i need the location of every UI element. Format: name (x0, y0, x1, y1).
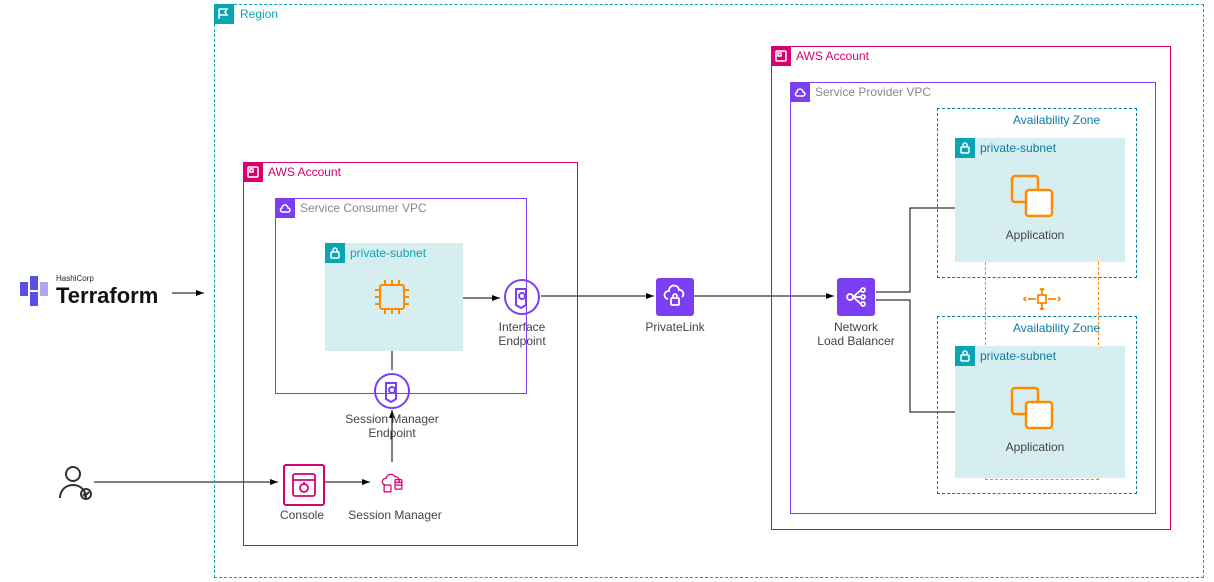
terraform-logo: HashiCorp Terraform (20, 272, 170, 312)
nlb-label: Network Load Balancer (812, 320, 900, 348)
privatelink-icon (656, 278, 694, 316)
app-top-label: Application (1000, 228, 1070, 242)
interface-endpoint-icon (503, 278, 541, 316)
consumer-subnet-tag (325, 243, 345, 263)
subnet-top-tag (955, 138, 975, 158)
terraform-brand-top: HashiCorp (56, 274, 94, 283)
consumer-subnet-label: private-subnet (350, 246, 426, 260)
compute-chip-icon (371, 276, 413, 318)
app-top-icon (1006, 170, 1060, 224)
session-manager-endpoint-label: Session Manager Endpoint (342, 412, 442, 440)
nlb-icon (837, 278, 875, 316)
subnet-bottom-tag (955, 346, 975, 366)
user-icon (55, 462, 95, 502)
app-bottom-label: Application (1000, 440, 1070, 454)
session-manager-label: Session Manager (345, 508, 445, 522)
subnet-bottom-label: private-subnet (980, 349, 1056, 363)
terraform-brand-label: Terraform (56, 283, 158, 309)
app-bottom-icon (1006, 382, 1060, 436)
session-manager-endpoint-icon (373, 372, 411, 410)
az-bottom-label: Availability Zone (1013, 321, 1100, 335)
interface-endpoint-label: Interface Endpoint (490, 320, 554, 348)
session-manager-icon (374, 464, 412, 502)
az-top-label: Availability Zone (1013, 113, 1100, 127)
subnet-top-label: private-subnet (980, 141, 1056, 155)
console-label: Console (276, 508, 328, 522)
console-icon (283, 464, 325, 506)
privatelink-label: PrivateLink (640, 320, 710, 334)
target-group-splitter-icon (1022, 288, 1062, 310)
